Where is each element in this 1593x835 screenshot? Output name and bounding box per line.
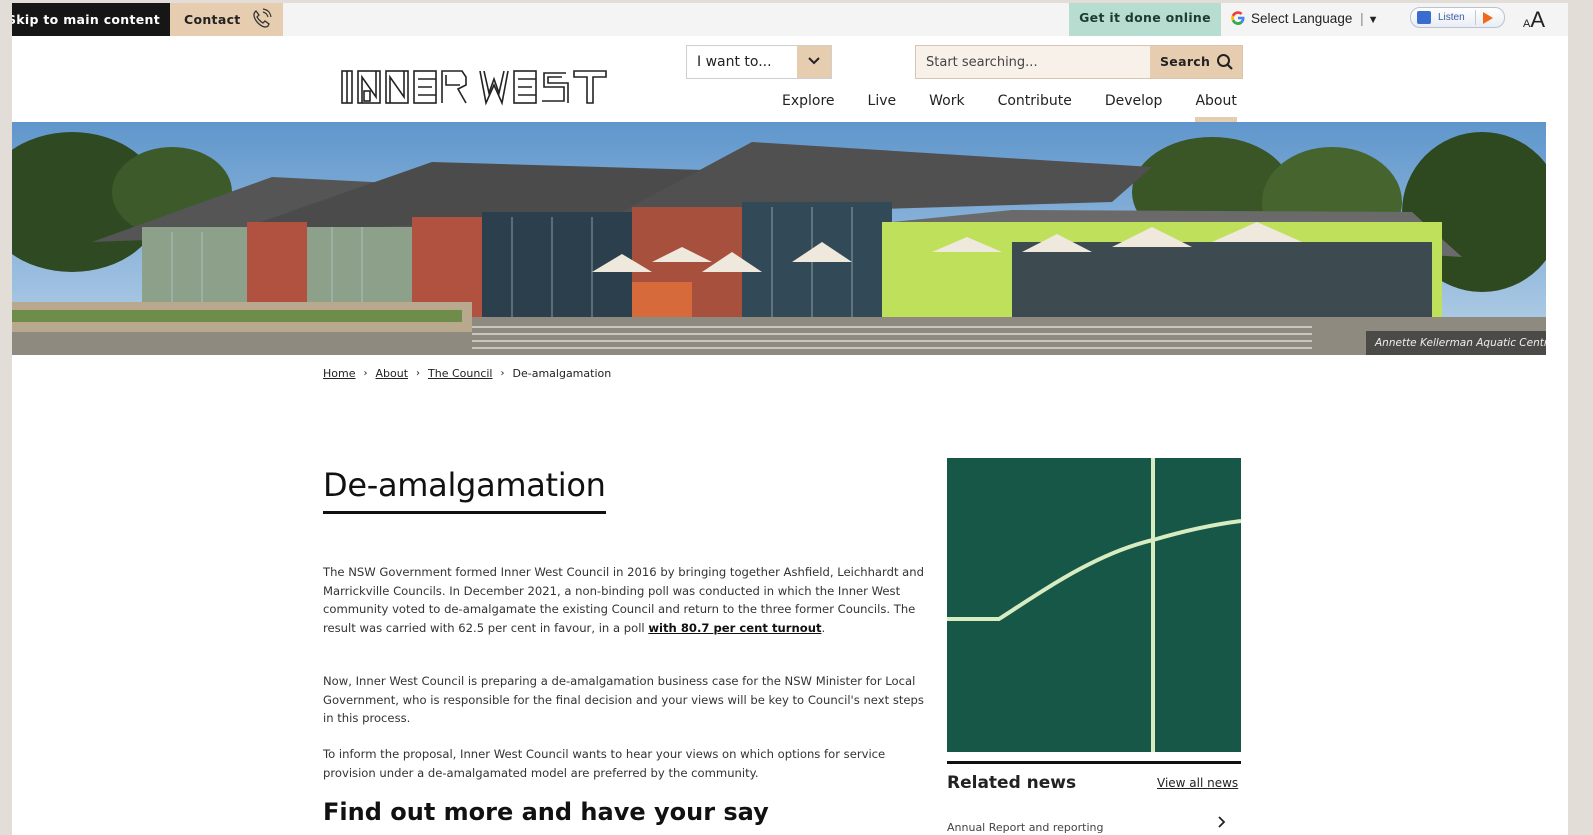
feature-tile-graphic[interactable] xyxy=(947,458,1242,752)
inner-west-logo[interactable] xyxy=(340,67,610,107)
play-icon xyxy=(1483,12,1493,24)
utility-bar: Skip to main content Contact Get it done… xyxy=(12,3,1568,36)
feature-tile-lines xyxy=(947,458,1242,752)
search-button-label: Search xyxy=(1160,54,1211,69)
nav-item-work[interactable]: Work xyxy=(929,89,964,113)
chevron-right-icon xyxy=(1218,816,1226,828)
page: Skip to main content Contact Get it done… xyxy=(12,3,1568,835)
view-all-news-link[interactable]: View all news xyxy=(1157,773,1238,793)
find-out-more-heading: Find out more and have your say xyxy=(323,798,769,826)
google-icon xyxy=(1231,11,1245,25)
hero-image xyxy=(12,122,1546,355)
i-want-to-dropdown[interactable]: I want to... xyxy=(686,45,832,79)
related-news-item-title: Annual Report and reporting xyxy=(947,821,1104,834)
contact-label: Contact xyxy=(184,12,241,27)
contact-link[interactable]: Contact xyxy=(170,3,283,36)
hero-caption: Annette Kellerman Aquatic Centre xyxy=(1366,331,1546,355)
nav-item-explore[interactable]: Explore xyxy=(782,89,835,113)
breadcrumb-home[interactable]: Home xyxy=(323,367,355,380)
breadcrumb-separator: › xyxy=(416,368,421,379)
chevron-down-icon xyxy=(808,57,820,65)
phone-icon xyxy=(253,8,272,28)
dropdown-arrow-icon: ▼ xyxy=(1367,14,1379,26)
breadcrumb: Home › About › The Council › De-amalgama… xyxy=(323,367,611,380)
nav-item-develop[interactable]: Develop xyxy=(1105,89,1163,113)
get-it-done-online-button[interactable]: Get it done online xyxy=(1069,3,1221,36)
breadcrumb-the-council[interactable]: The Council xyxy=(428,367,492,380)
listen-divider xyxy=(1475,10,1476,25)
related-news-divider xyxy=(947,761,1241,764)
nav-item-live[interactable]: Live xyxy=(868,89,897,113)
hero-banner: Annette Kellerman Aquatic Centre xyxy=(12,122,1546,355)
search-box: Search xyxy=(915,45,1243,79)
select-language-divider: | xyxy=(1360,11,1364,26)
nav-item-contribute[interactable]: Contribute xyxy=(998,89,1072,113)
proposal-paragraph: To inform the proposal, Inner West Counc… xyxy=(323,747,886,780)
intro-paragraph-text: The NSW Government formed Inner West Cou… xyxy=(323,565,924,636)
listen-label: Listen xyxy=(1438,12,1465,23)
breadcrumb-current: De-amalgamation xyxy=(512,367,612,380)
search-input[interactable] xyxy=(916,46,1151,78)
skip-to-main-link[interactable]: Skip to main content xyxy=(12,3,170,36)
search-icon xyxy=(1217,54,1233,70)
business-case-paragraph: Now, Inner West Council is preparing a d… xyxy=(323,674,924,726)
related-news-heading: Related news xyxy=(947,773,1077,793)
text-size-button[interactable]: AA xyxy=(1523,3,1563,36)
intro-paragraph-end: . xyxy=(821,621,826,636)
select-language-dropdown[interactable]: Select Language | ▼ xyxy=(1230,3,1390,36)
select-language-label: Select Language xyxy=(1251,11,1353,26)
turnout-link[interactable]: with 80.7 per cent turnout xyxy=(648,621,821,635)
nav-item-about[interactable]: About xyxy=(1195,89,1238,123)
intro-paragraph: The NSW Government formed Inner West Cou… xyxy=(323,563,925,638)
search-button[interactable]: Search xyxy=(1150,46,1242,78)
breadcrumb-separator: › xyxy=(500,368,505,379)
i-want-to-label: I want to... xyxy=(697,54,772,70)
breadcrumb-about[interactable]: About xyxy=(375,367,408,380)
listen-button[interactable]: Listen xyxy=(1410,7,1505,28)
main-nav: Explore Live Work Contribute Develop Abo… xyxy=(782,89,1238,123)
page-title: De-amalgamation xyxy=(323,465,606,514)
speaker-icon xyxy=(1417,11,1431,24)
related-news-item[interactable]: Annual Report and reporting xyxy=(947,813,1241,834)
breadcrumb-separator: › xyxy=(363,368,368,379)
text-size-large-icon: A xyxy=(1530,7,1546,32)
i-want-to-toggle[interactable] xyxy=(797,46,831,78)
